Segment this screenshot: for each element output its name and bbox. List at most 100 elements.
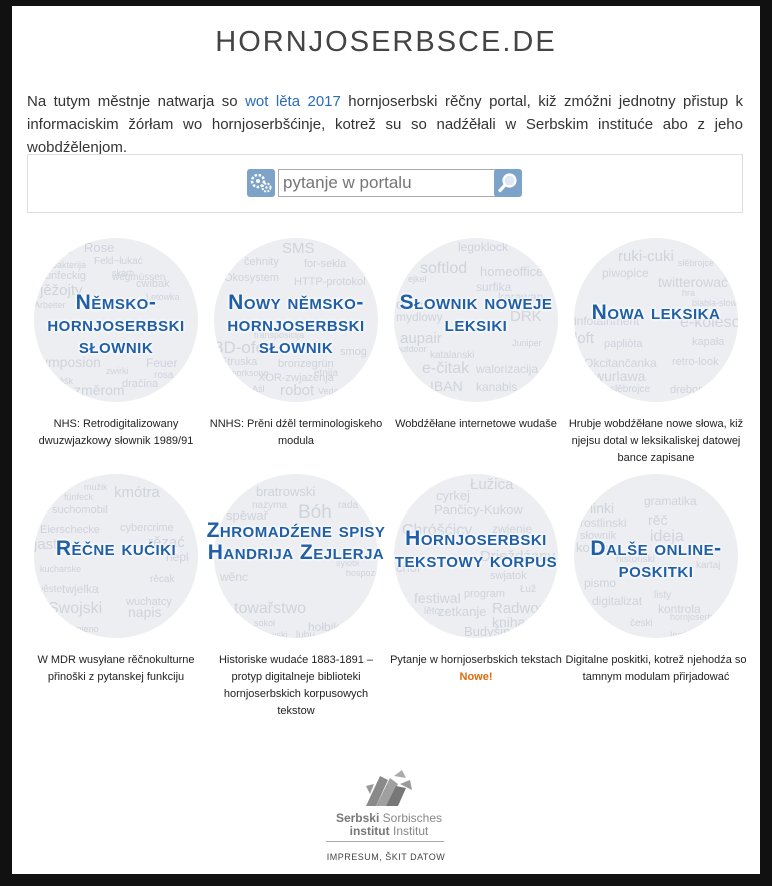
tile-description: W MDR wusyłane rěčnokulturne přinoški z … bbox=[37, 654, 195, 683]
cloud-word: ejkeł bbox=[408, 274, 427, 284]
logo-word-sorbisches: Sorbisches bbox=[382, 811, 443, 825]
cloud-word: čehnity bbox=[244, 256, 279, 268]
cloud-word: kanabis bbox=[476, 380, 518, 394]
cloud-word: nazyma bbox=[252, 500, 288, 511]
tile-title[interactable]: Dalše online-poskitki bbox=[564, 538, 748, 582]
cloud-word: listy bbox=[654, 590, 672, 601]
cloud-word: e-čitak bbox=[422, 360, 470, 377]
cloud-word: legoklock bbox=[458, 240, 509, 254]
logo-text: Serbski Sorbisches institut Institut bbox=[324, 812, 454, 838]
cloud-word: softlod bbox=[420, 260, 468, 277]
tile-nowa-leksika[interactable]: ruki-cuki słěbrojce piwopice twitterować… bbox=[564, 238, 748, 468]
tile-title[interactable]: Zhromadźene spisy Handrija Zejlerja bbox=[204, 520, 388, 564]
cloud-word: hra bbox=[682, 288, 696, 298]
cloud-word: drebom bbox=[670, 384, 708, 396]
tile-title[interactable]: Nowy němsko-hornjoserbski słownik bbox=[204, 292, 388, 358]
cloud-word: změrom bbox=[74, 382, 125, 398]
tile-title[interactable]: Słownik noweje leksiki bbox=[384, 292, 568, 336]
tile-description: NHS: Retrodigitalizowany dwuzwjazkowy sł… bbox=[38, 418, 194, 447]
cloud-word: sokoł bbox=[254, 618, 276, 628]
cloud-word: rěcak bbox=[150, 574, 175, 585]
cloud-word: Veda bbox=[318, 386, 339, 396]
cloud-word: lěto bbox=[424, 606, 441, 617]
tile-title[interactable]: Nowa leksika bbox=[564, 302, 748, 324]
tile-snl[interactable]: legoklock softlod homeoffice ejkeł surfi… bbox=[384, 238, 568, 458]
tile-zejler[interactable]: bratrowski spěwař Bóh nazyma rada holca … bbox=[204, 474, 388, 724]
cloud-word: piwopice bbox=[602, 266, 649, 280]
cloud-word: HTTP-protokol bbox=[294, 276, 366, 288]
logo-word-institut: institut bbox=[349, 824, 390, 838]
logo-word-serbski: Serbski bbox=[335, 811, 380, 825]
cloud-word: zetkanje bbox=[438, 604, 487, 619]
tile-dalse-poskitki[interactable]: gramatika linki rostlinski rěč ideja sło… bbox=[564, 474, 748, 694]
cloud-word: kucharske bbox=[40, 564, 82, 574]
logo-word-institut-de: Institut bbox=[392, 824, 429, 838]
gears-icon bbox=[247, 169, 275, 197]
cloud-word: Aśl bbox=[252, 384, 265, 394]
cloud-word: suchomobil bbox=[52, 504, 108, 516]
page-frame: HORNJOSERBSCE.DE Na tutym městnje natwar… bbox=[12, 6, 760, 874]
cloud-word: Ökosystem bbox=[224, 272, 280, 284]
cloud-word: Łužica bbox=[470, 476, 514, 493]
cloud-word: twjelka bbox=[62, 582, 99, 596]
tile-title[interactable]: Rěčne kućiki bbox=[24, 538, 208, 560]
cloud-word: słěbrojce bbox=[678, 258, 715, 268]
tile-nnhs[interactable]: SMS čehnity for-sekla Ökosystem HTTP-pro… bbox=[204, 238, 388, 458]
cloud-word: hornjoserbski bbox=[670, 612, 724, 622]
cloud-word: česki bbox=[630, 618, 653, 629]
tile-nhs[interactable]: Rose elf bakterija Feld~łukać fünfeckig … bbox=[24, 238, 208, 458]
cloud-word: linki bbox=[590, 500, 615, 516]
cloud-word: Institut bbox=[670, 630, 697, 638]
intro-text-start: Na tutym městnje natwarja so bbox=[27, 93, 246, 110]
cloud-word: etnija bbox=[314, 368, 338, 379]
cloud-word: Swojski bbox=[48, 600, 103, 617]
impressum-link[interactable]: IMPRESUM, ŠKIT DATOW bbox=[312, 852, 460, 862]
search-button[interactable] bbox=[494, 169, 522, 197]
tile-title[interactable]: Hornjoserbski tekstowy korpus bbox=[384, 528, 568, 572]
cloud-word: wěnc bbox=[220, 570, 249, 584]
cloud-word: cyrkej bbox=[436, 488, 470, 503]
cloud-word: papliòta bbox=[604, 338, 643, 350]
cloud-word: cybercrime bbox=[120, 522, 174, 534]
tile-description: Pytanje w hornjoserbskich tekstach Nowe! bbox=[384, 652, 568, 686]
cloud-word: lubu bbox=[296, 630, 315, 638]
cloud-word: for-sekla bbox=[304, 258, 347, 270]
cloud-word: zwirki bbox=[106, 366, 129, 376]
tile-recne-kuciki[interactable]: mužik kmótra fünfeck suchomobil Eiersche… bbox=[24, 474, 208, 694]
cloud-word: mužik bbox=[84, 482, 108, 492]
tile-korpus[interactable]: Łužica cyrkej Pančicy-Kukow Chróšćicy zw… bbox=[384, 474, 568, 694]
site-title[interactable]: HORNJOSERBSCE.DE bbox=[12, 26, 760, 59]
cloud-word: wurlawa bbox=[594, 368, 646, 384]
tile-description: NNHS: Prěni dźěl terminologiskeho modula bbox=[209, 418, 383, 447]
search-box bbox=[27, 154, 743, 213]
cloud-word: homeoffice bbox=[480, 264, 544, 279]
cloud-word: Feld~łukać bbox=[94, 256, 143, 267]
cloud-word: IBAN bbox=[430, 378, 463, 394]
tile-description: Wobdźěłane internetowe wudaše bbox=[395, 418, 557, 430]
cloud-word: outdoor bbox=[396, 344, 427, 354]
cloud-word: retro-look bbox=[672, 356, 719, 368]
cloud-word: robot bbox=[280, 382, 315, 399]
cloud-word: Budyšin bbox=[464, 624, 511, 638]
tile-description-text: Pytanje w hornjoserbskich tekstach bbox=[390, 654, 562, 666]
cloud-word: walorizacija bbox=[476, 362, 539, 376]
cloud-word: Łuž bbox=[520, 584, 537, 595]
tile-title[interactable]: Němsko-hornjoserbski słownik bbox=[24, 292, 208, 358]
cloud-word: loft bbox=[574, 330, 595, 347]
tile-description: Historiske wudaće 1883-1891 – protyp dig… bbox=[218, 654, 374, 717]
search-input[interactable] bbox=[278, 169, 498, 197]
tile-description: Digitalne poskitki, kotrež njehodźa so t… bbox=[565, 654, 747, 683]
cloud-word: bratrowski bbox=[256, 484, 316, 499]
cloud-word: program bbox=[464, 588, 505, 600]
new-badge: Nowe! bbox=[459, 671, 493, 683]
cloud-word: katalanski bbox=[430, 350, 475, 361]
cloud-word: skarb bbox=[112, 268, 135, 278]
cloud-word: bakterija bbox=[52, 260, 87, 270]
cloud-word: digitalizat bbox=[592, 594, 643, 608]
cloud-word: rěč bbox=[648, 512, 668, 528]
cloud-word: Eierschecke bbox=[40, 524, 100, 536]
cloud-word: kmótra bbox=[114, 484, 160, 501]
cloud-word: elf bbox=[62, 246, 72, 256]
intro-link[interactable]: wot lěta 2017 bbox=[245, 93, 341, 110]
cloud-word: cwibak bbox=[136, 278, 170, 290]
